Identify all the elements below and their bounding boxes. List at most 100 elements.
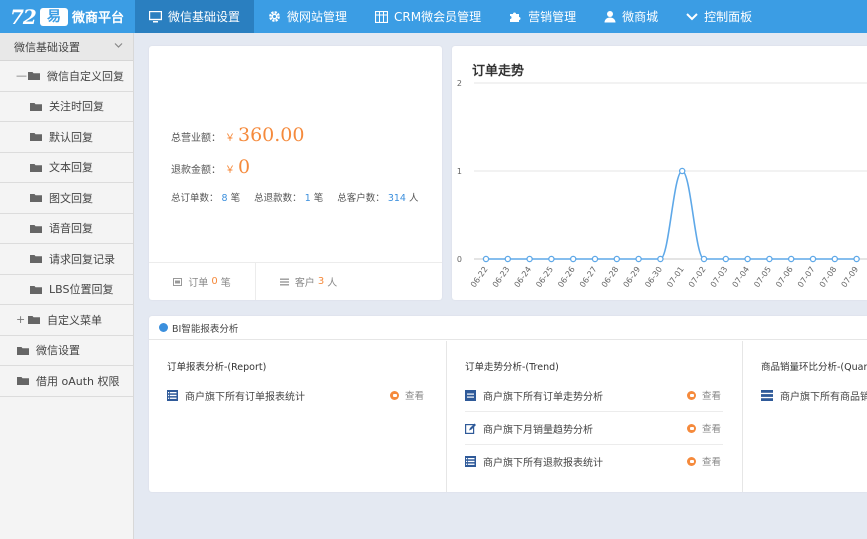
nav-item-control-panel[interactable]: 控制面板 [672, 0, 766, 33]
bi-column-title: 订单走势分析-(Trend) [465, 362, 559, 373]
edit-icon [465, 423, 476, 434]
data-point[interactable] [613, 255, 621, 263]
data-point[interactable] [744, 255, 751, 263]
sidebar-item[interactable]: 文本回复 [0, 153, 133, 183]
top-navbar: 72 易 微商平台 微信基础设置 微网站管理 CRM微会员管理 营销管理 微商城… [0, 0, 867, 33]
sidebar-toggle[interactable]: + [16, 313, 26, 326]
view-label: 查看 [702, 391, 722, 402]
nav-item-wechat-basic[interactable]: 微信基础设置 [135, 0, 255, 33]
sidebar-item[interactable]: 关注时回复 [0, 92, 133, 122]
revenue-value: 360.00 [238, 124, 305, 146]
sidebar-item-label: 图文回复 [49, 191, 93, 205]
orders-total: 总订单数： 8 笔 [171, 190, 240, 204]
nav-item-crm[interactable]: CRM微会员管理 [361, 0, 495, 33]
nav-item-label: 营销管理 [528, 10, 577, 24]
view-button[interactable]: 查看 [390, 388, 424, 402]
footer-orders[interactable]: 订单 0 笔 [149, 263, 255, 300]
sidebar-toggle[interactable]: — [16, 69, 27, 82]
view-label: 查看 [405, 391, 425, 402]
lock-icon [687, 390, 696, 400]
bi-header: BI智能报表分析 [149, 316, 867, 340]
x-tick-label: 07-05 [752, 265, 773, 289]
x-tick-label: 07-01 [665, 265, 686, 289]
data-point[interactable] [504, 255, 512, 263]
data-point[interactable] [831, 255, 839, 263]
data-point[interactable] [678, 167, 686, 175]
lock-icon [390, 390, 399, 400]
folder-icon [28, 72, 40, 81]
x-tick-label: 06-25 [534, 265, 555, 289]
footer-customers[interactable]: 客户 3 人 [255, 263, 361, 300]
nav-item-label: 微信基础设置 [168, 10, 241, 24]
sidebar-item[interactable]: 微信设置 [0, 336, 133, 366]
sidebar-item[interactable]: 语音回复 [0, 214, 133, 244]
gear-icon [269, 11, 280, 22]
footer-customers-unit: 人 [327, 278, 338, 289]
bi-column-trend: 订单走势分析-(Trend) 商户旗下所有订单走势分析 查看 商户旗下月销量趋势… [446, 341, 742, 492]
bi-trend-item[interactable]: 商户旗下所有订单走势分析 [465, 379, 603, 411]
bi-header-title: BI智能报表分析 [172, 323, 239, 335]
lock-icon [687, 456, 696, 466]
totals-row: 总订单数： 8 笔 总退款数： 1 笔 总客户数： 314 人 [171, 190, 419, 204]
data-point[interactable] [766, 255, 773, 263]
sidebar-item-label: 请求回复记录 [49, 252, 115, 266]
data-point[interactable] [548, 255, 555, 263]
list-icon [279, 278, 289, 285]
view-button[interactable]: 查看 [687, 388, 721, 402]
customers-total-unit: 人 [409, 193, 419, 204]
order-trend-card: 订单走势 0 1 2 06-22 06-23 06-24 06-25 06-26 06-27 06… [452, 46, 867, 300]
data-point[interactable] [809, 255, 817, 263]
bi-trend-item[interactable]: 商户旗下所有退款报表统计 [465, 445, 603, 477]
data-point[interactable] [635, 255, 642, 263]
data-point[interactable] [787, 255, 795, 263]
y-tick-label: 1 [457, 167, 462, 176]
sidebar-item[interactable]: — 微信自定义回复 [0, 61, 133, 92]
sidebar-item-label: 微信设置 [36, 344, 80, 358]
nav-item-microsite[interactable]: 微网站管理 [254, 0, 361, 33]
customers-total-label: 总客户数： [337, 193, 385, 204]
nav-item-shop[interactable]: 微商城 [590, 0, 672, 33]
bi-trend-item[interactable]: 商户旗下月销量趋势分析 [465, 412, 593, 444]
folder-icon [17, 346, 29, 355]
sidebar-item[interactable]: 默认回复 [0, 122, 133, 153]
sidebar-item[interactable]: 借用 oAuth 权限 [0, 366, 133, 397]
refund-value: 0 [238, 156, 251, 178]
bi-report-item[interactable]: 商户旗下所有订单报表统计 [167, 379, 305, 411]
x-tick-label: 06-30 [643, 265, 664, 289]
revenue-label: 总营业额： [171, 133, 221, 144]
refund-currency: ￥ [225, 165, 235, 176]
refund-label: 退款金额： [171, 165, 221, 176]
sidebar-item[interactable]: 图文回复 [0, 183, 133, 214]
sidebar-item[interactable]: + 自定义菜单 [0, 305, 133, 336]
x-tick-label: 07-04 [731, 265, 752, 289]
data-point[interactable] [853, 255, 860, 263]
nav-item-label: CRM微会员管理 [394, 10, 482, 24]
orders-total-label: 总订单数： [171, 193, 219, 204]
footer-customers-value: 3 [317, 276, 325, 287]
data-point[interactable] [482, 255, 490, 263]
x-tick-label: 06-28 [600, 265, 621, 289]
data-point[interactable] [722, 255, 730, 263]
orders-total-unit: 笔 [230, 193, 241, 204]
data-point[interactable] [591, 255, 599, 263]
data-point[interactable] [569, 255, 577, 263]
y-tick-label: 0 [457, 255, 462, 264]
view-button[interactable]: 查看 [687, 454, 721, 468]
bi-quarter-item[interactable]: 商户旗下所有商品销 [761, 379, 867, 411]
revenue-stat: 总营业额： ￥ 360.00 [171, 124, 304, 146]
folder-icon [30, 255, 42, 264]
sidebar-item-label: 文本回复 [49, 161, 93, 175]
sidebar-header[interactable]: 微信基础设置 [0, 33, 133, 61]
logo[interactable]: 72 易 微商平台 [0, 0, 135, 33]
sidebar-item[interactable]: 请求回复记录 [0, 244, 133, 275]
bi-column-title: 商品销量环比分析-(Quarte [761, 362, 867, 373]
nav-item-marketing[interactable]: 营销管理 [495, 0, 590, 33]
view-button[interactable]: 查看 [687, 421, 721, 435]
bi-column-report: 订单报表分析-(Report) 商户旗下所有订单报表统计 查看 [149, 341, 446, 492]
sidebar-item[interactable]: LBS位置回复 [0, 275, 133, 305]
x-tick-label: 06-26 [556, 265, 577, 289]
data-point[interactable] [700, 255, 708, 263]
data-point[interactable] [526, 255, 533, 263]
data-point[interactable] [657, 255, 664, 263]
footer-customers-label: 客户 [294, 278, 315, 289]
